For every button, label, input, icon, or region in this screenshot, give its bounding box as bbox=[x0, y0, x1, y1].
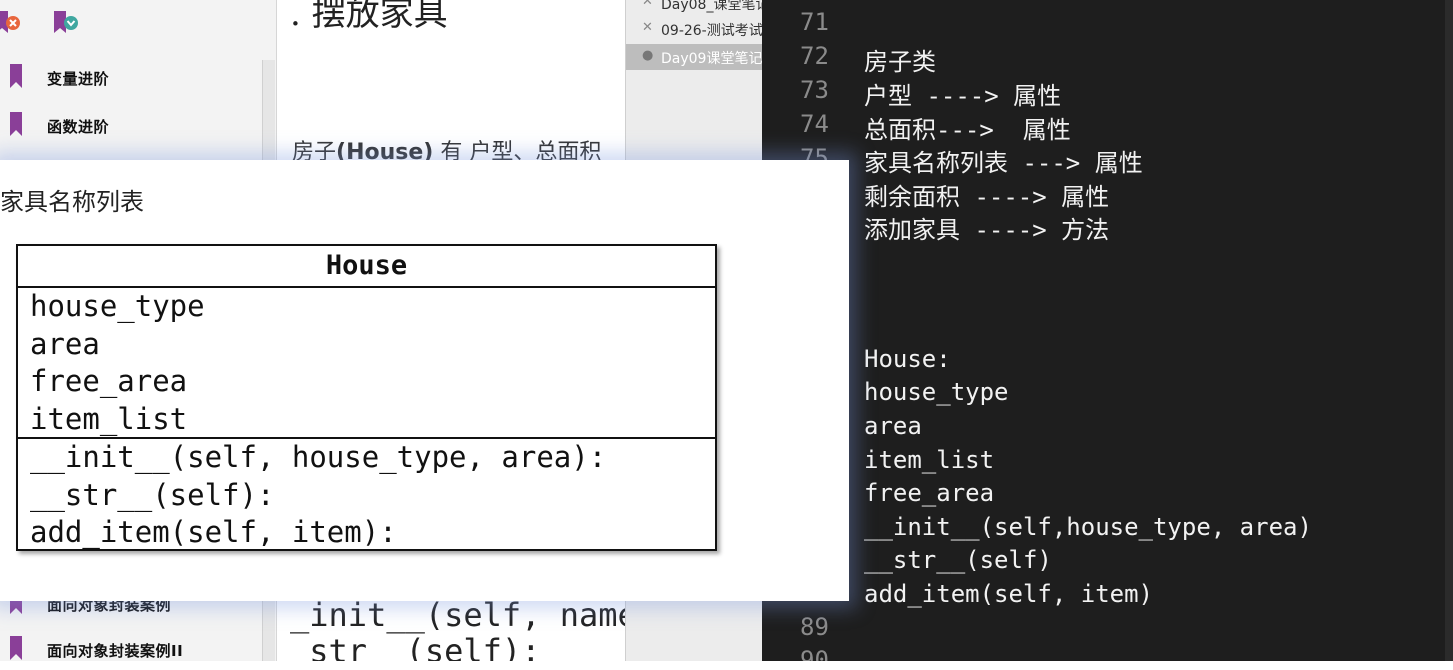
code-line: 房子类 bbox=[864, 48, 936, 76]
uml-attribute: free_area bbox=[30, 364, 188, 398]
code-line: str (self): bbox=[290, 632, 541, 661]
line-number: 90 bbox=[800, 646, 829, 661]
uml-method: __init__(self, house_type, area): bbox=[30, 440, 607, 474]
tab-title: 09-26-测试考试 bbox=[661, 23, 763, 39]
close-tab-icon[interactable]: ✕ bbox=[642, 20, 653, 35]
line-number: 73 bbox=[800, 76, 829, 104]
line-number: 72 bbox=[800, 42, 829, 70]
code-line: House: bbox=[864, 345, 951, 373]
code-line: 剩余面积 ----> 属性 bbox=[864, 183, 1110, 211]
tab-0926-test[interactable]: ✕ 09-26-测试考试 bbox=[626, 16, 763, 42]
tab-day08[interactable]: ✕ Day08_课堂笔记 bbox=[626, 0, 763, 16]
code-line: house_type bbox=[864, 378, 1009, 406]
tab-title: Day09课堂笔记 bbox=[661, 51, 763, 67]
bookmark-icon bbox=[10, 64, 22, 88]
uml-attribute: area bbox=[30, 326, 100, 361]
code-line: add_item(self, item) bbox=[864, 580, 1153, 608]
line-number: 71 bbox=[800, 8, 829, 36]
uml-methods: __init__(self, house_type, area): __str_… bbox=[18, 439, 715, 552]
code-line: 总面积---> 属性 bbox=[864, 116, 1071, 144]
uml-method: __str__(self): bbox=[30, 477, 275, 512]
sidebar-item-label: 变量进阶 bbox=[47, 70, 110, 88]
code-line: _init__(self, name bbox=[290, 596, 625, 634]
uml-attributes: house_type area free_area item_list bbox=[18, 288, 715, 439]
tab-dot-icon: ● bbox=[642, 48, 654, 63]
code-line: free_area bbox=[864, 479, 995, 507]
code-line: __init__(self,house_type, area) bbox=[864, 513, 1312, 541]
sidebar-item-variable-advanced[interactable]: 变量进阶 bbox=[0, 58, 262, 98]
bookmark-down-icon[interactable] bbox=[52, 10, 78, 34]
sidebar-toolbar bbox=[0, 0, 276, 50]
sidebar-item-oop-case-2[interactable]: 面向对象封装案例II bbox=[0, 630, 262, 670]
tab-day09[interactable]: ● Day09课堂笔记 bbox=[626, 44, 763, 70]
code-line: 户型 ----> 属性 bbox=[864, 82, 1062, 110]
code-line: area bbox=[864, 412, 922, 440]
code-line: item_list bbox=[864, 446, 995, 474]
line-number: 74 bbox=[800, 110, 829, 138]
sidebar-item-function-advanced[interactable]: 函数进阶 bbox=[0, 106, 262, 146]
popup-caption: 家具名称列表 bbox=[0, 188, 144, 216]
code-line: __str__(self) bbox=[864, 546, 1052, 574]
close-tab-icon[interactable]: ✕ bbox=[642, 0, 653, 9]
sidebar-item-label: 面向对象封装案例II bbox=[47, 642, 184, 660]
bookmark-icon bbox=[10, 112, 22, 136]
sidebar-item-label: 函数进阶 bbox=[47, 118, 110, 136]
uml-attribute: item_list bbox=[30, 401, 188, 436]
code-editor[interactable]: 71 72 73 74 75 89 90 房子类 户型 ----> 属性 总面积… bbox=[762, 0, 1453, 661]
uml-class-name: House bbox=[18, 246, 715, 288]
bookmark-close-icon[interactable] bbox=[0, 10, 20, 34]
uml-class-diagram: House house_type area free_area item_lis… bbox=[16, 244, 717, 551]
line-number: 89 bbox=[800, 613, 829, 641]
section-heading: . 摆放家具 bbox=[290, 0, 448, 34]
code-line: 家具名称列表 ---> 属性 bbox=[864, 149, 1143, 177]
uml-attribute: house_type bbox=[30, 289, 205, 323]
bookmark-icon bbox=[10, 636, 22, 660]
editor-scrollbar[interactable] bbox=[1445, 0, 1453, 661]
code-line: 添加家具 ----> 方法 bbox=[864, 216, 1110, 244]
uml-method: add_item(self, item): bbox=[30, 515, 397, 549]
uml-popup: 家具名称列表 House house_type area free_area i… bbox=[0, 160, 849, 601]
tab-title: Day08_课堂笔记 bbox=[661, 0, 763, 13]
